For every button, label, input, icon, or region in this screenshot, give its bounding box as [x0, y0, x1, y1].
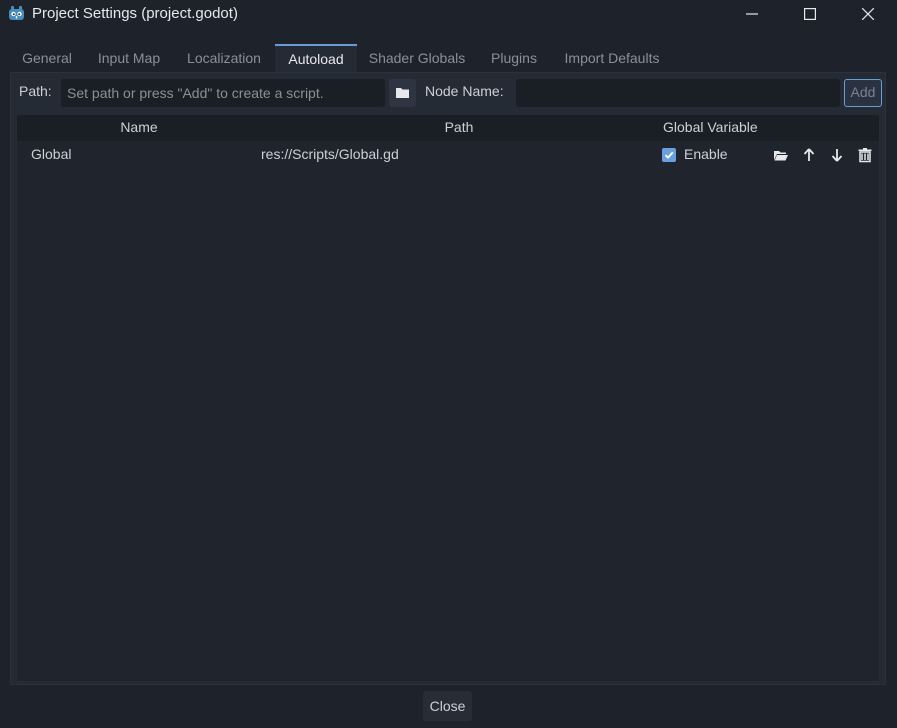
- minimize-icon: [746, 13, 758, 15]
- close-icon: [862, 8, 874, 20]
- tab-general[interactable]: General: [12, 44, 82, 72]
- tab-localization[interactable]: Localization: [176, 44, 272, 72]
- row-path: res://Scripts/Global.gd: [261, 146, 399, 162]
- maximize-icon: [804, 8, 816, 20]
- node-name-label: Node Name:: [425, 83, 504, 99]
- table-header: Name Path Global Variable: [17, 115, 879, 141]
- table-row[interactable]: Global res://Scripts/Global.gd Enable: [17, 143, 879, 167]
- add-button[interactable]: Add: [844, 79, 882, 107]
- tab-bar: General Input Map Localization Autoload …: [10, 44, 886, 73]
- header-path[interactable]: Path: [261, 119, 657, 135]
- path-input[interactable]: Set path or press "Add" to create a scri…: [61, 79, 385, 107]
- title-bar: Project Settings (project.godot): [0, 0, 897, 28]
- settings-panel: General Input Map Localization Autoload …: [10, 44, 886, 685]
- open-folder-icon[interactable]: [773, 147, 789, 163]
- autoload-content: Path: Set path or press "Add" to create …: [10, 72, 886, 685]
- move-down-icon[interactable]: [829, 147, 845, 163]
- enable-checkbox[interactable]: [662, 148, 676, 162]
- godot-logo-icon: [9, 6, 24, 20]
- header-name[interactable]: Name: [17, 119, 261, 135]
- folder-icon: [396, 88, 409, 98]
- tab-plugins[interactable]: Plugins: [478, 44, 550, 72]
- tab-input-map[interactable]: Input Map: [88, 44, 170, 72]
- close-window-button[interactable]: [839, 0, 897, 28]
- window-title: Project Settings (project.godot): [32, 5, 238, 22]
- tab-autoload[interactable]: Autoload: [275, 44, 357, 73]
- enable-label: Enable: [684, 146, 728, 162]
- checkmark-icon: [664, 151, 674, 159]
- close-button[interactable]: Close: [423, 691, 472, 721]
- path-placeholder: Set path or press "Add" to create a scri…: [67, 85, 324, 101]
- move-up-icon[interactable]: [801, 147, 817, 163]
- path-label: Path:: [19, 83, 52, 99]
- maximize-button[interactable]: [781, 0, 839, 28]
- delete-icon[interactable]: [857, 147, 873, 163]
- tab-shader-globals[interactable]: Shader Globals: [362, 44, 472, 72]
- row-name: Global: [31, 146, 72, 162]
- node-name-input[interactable]: [516, 79, 840, 107]
- tab-import-defaults[interactable]: Import Defaults: [556, 44, 668, 72]
- autoload-table: Name Path Global Variable Global res://S…: [17, 115, 879, 681]
- minimize-button[interactable]: [723, 0, 781, 28]
- browse-path-button[interactable]: [389, 79, 416, 107]
- header-global-variable[interactable]: Global Variable: [663, 119, 758, 135]
